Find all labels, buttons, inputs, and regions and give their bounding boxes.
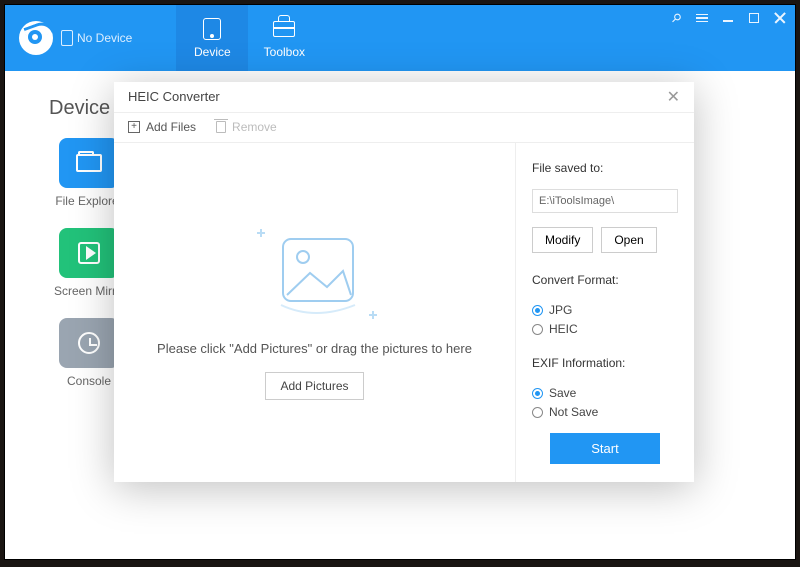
saved-to-path[interactable]: E:\iToolsImage\: [532, 189, 678, 213]
exif-save-option[interactable]: Save: [532, 386, 678, 400]
start-button[interactable]: Start: [550, 433, 660, 464]
clock-icon: [78, 332, 100, 354]
play-icon: [78, 242, 100, 264]
radio-icon: [532, 388, 543, 399]
menu-icon[interactable]: [695, 11, 709, 25]
format-jpg-option[interactable]: JPG: [532, 303, 678, 317]
heic-converter-dialog: HEIC Converter ✕ + Add Files Remove: [114, 82, 694, 482]
plus-icon: +: [128, 121, 140, 133]
dialog-header: HEIC Converter ✕: [114, 82, 694, 113]
phone-icon: [61, 30, 73, 46]
tab-device[interactable]: Device: [176, 5, 248, 71]
title-bar: No Device Device Toolbox: [5, 5, 795, 71]
saved-to-label: File saved to:: [532, 161, 678, 175]
toolbox-icon: [273, 21, 295, 37]
exif-label: EXIF Information:: [532, 356, 678, 370]
tab-device-label: Device: [194, 45, 231, 59]
tab-toolbox-label: Toolbox: [264, 45, 305, 59]
window-controls: [669, 11, 787, 25]
drop-instruction: Please click "Add Pictures" or drag the …: [157, 341, 472, 356]
radio-icon: [532, 305, 543, 316]
key-icon[interactable]: [669, 11, 683, 25]
format-heic-option[interactable]: HEIC: [532, 322, 678, 336]
trash-icon: [216, 121, 226, 133]
exif-not-save-label: Not Save: [549, 405, 598, 419]
close-window-button[interactable]: [773, 11, 787, 25]
dialog-body: Please click "Add Pictures" or drag the …: [114, 143, 694, 482]
image-placeholder-icon: [255, 225, 375, 325]
settings-panel: File saved to: E:\iToolsImage\ Modify Op…: [516, 143, 694, 482]
maximize-button[interactable]: [747, 11, 761, 25]
device-status-text: No Device: [77, 31, 132, 45]
radio-icon: [532, 407, 543, 418]
add-pictures-button[interactable]: Add Pictures: [265, 372, 363, 400]
close-icon[interactable]: ✕: [667, 87, 680, 107]
main-tabs: Device Toolbox: [176, 5, 320, 71]
dialog-title: HEIC Converter: [128, 89, 220, 104]
format-heic-label: HEIC: [549, 322, 578, 336]
add-files-button[interactable]: + Add Files: [128, 120, 196, 134]
dialog-toolbar: + Add Files Remove: [114, 113, 694, 144]
logo-area: No Device: [5, 5, 146, 71]
tablet-icon: [203, 18, 221, 40]
radio-icon: [532, 324, 543, 335]
remove-button: Remove: [216, 120, 277, 134]
app-window: No Device Device Toolbox Device: [4, 4, 796, 560]
app-logo-icon: [19, 21, 53, 55]
folder-icon: [76, 154, 102, 172]
drop-area[interactable]: Please click "Add Pictures" or drag the …: [114, 143, 516, 482]
modify-button[interactable]: Modify: [532, 227, 593, 253]
exif-save-label: Save: [549, 386, 576, 400]
device-status: No Device: [61, 30, 132, 46]
format-radio-group: JPG HEIC: [532, 303, 678, 336]
remove-label: Remove: [232, 120, 277, 134]
add-files-label: Add Files: [146, 120, 196, 134]
exif-radio-group: Save Not Save: [532, 386, 678, 419]
open-button[interactable]: Open: [601, 227, 656, 253]
tab-toolbox[interactable]: Toolbox: [248, 5, 320, 71]
format-label: Convert Format:: [532, 273, 678, 287]
format-jpg-label: JPG: [549, 303, 572, 317]
minimize-button[interactable]: [721, 11, 735, 25]
exif-not-save-option[interactable]: Not Save: [532, 405, 678, 419]
